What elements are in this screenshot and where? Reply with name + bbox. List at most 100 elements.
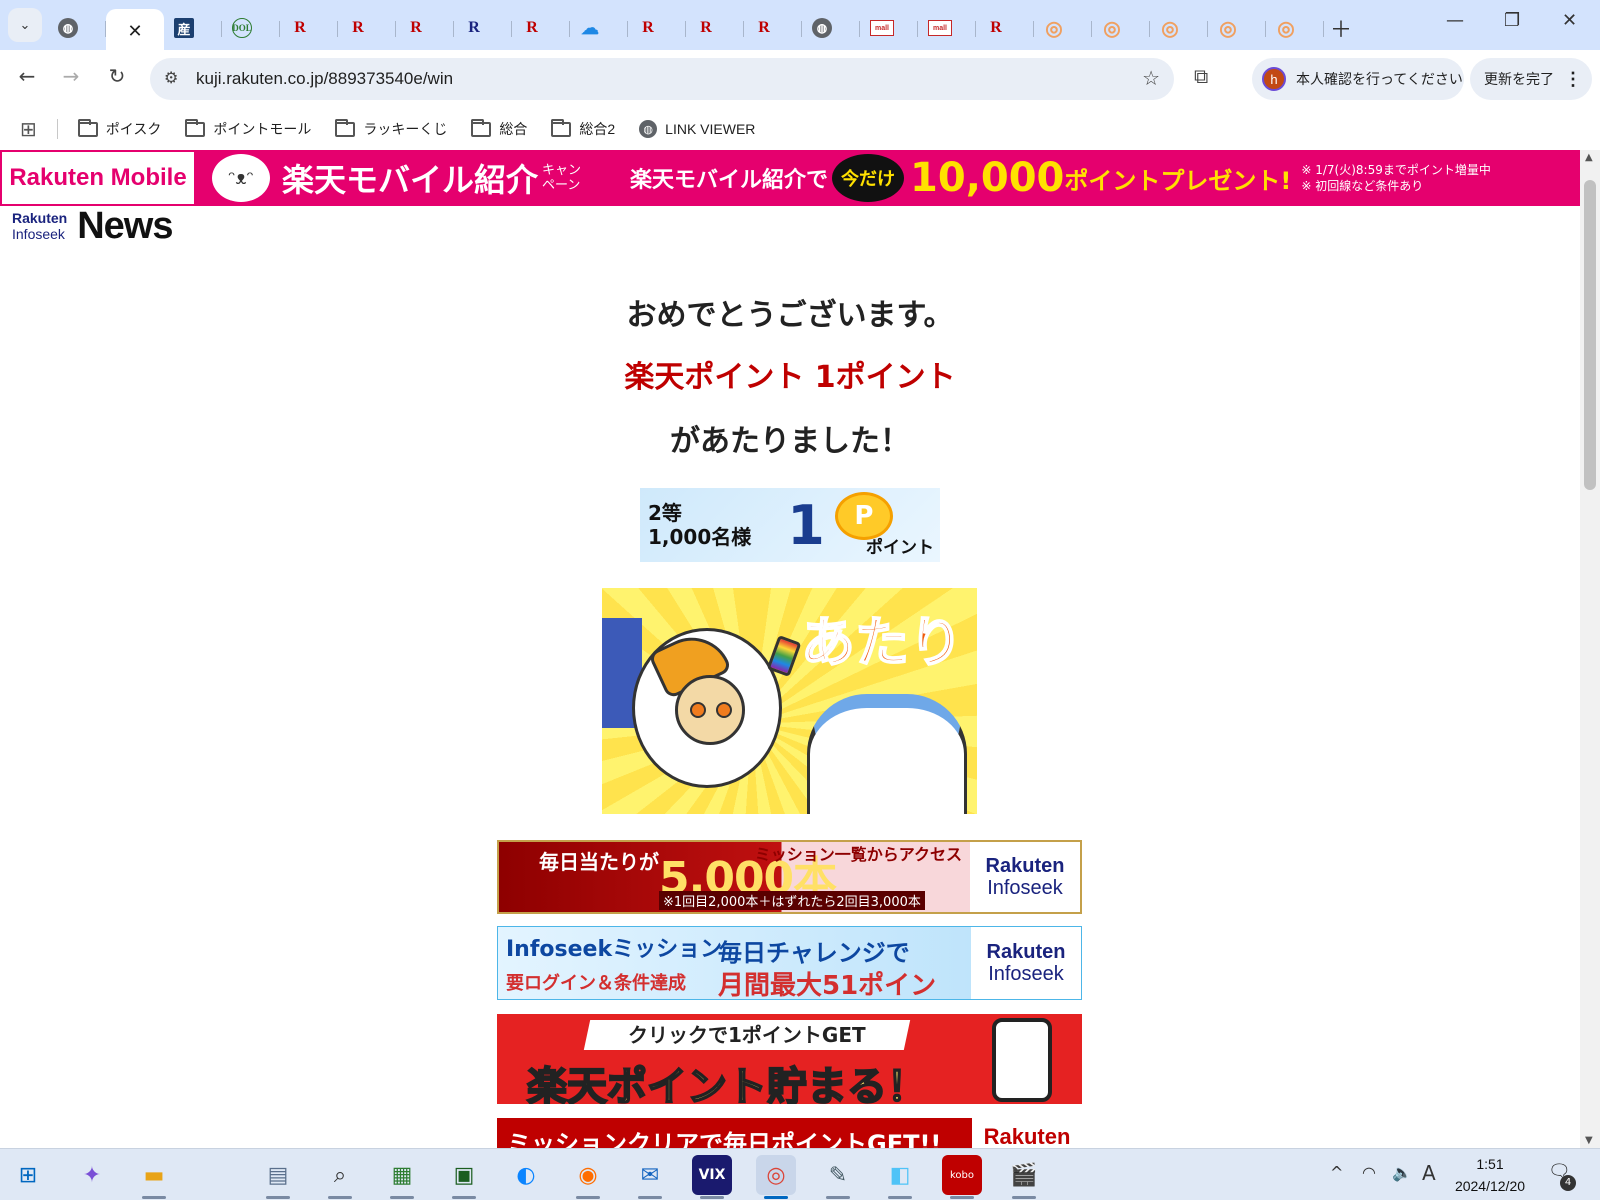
banner-text: 要ログイン＆条件達成 xyxy=(506,973,686,994)
tab[interactable]: R xyxy=(454,9,512,47)
bookmark-folder[interactable]: 総合2 xyxy=(551,118,616,139)
browser-toolbar: ← → ↻ ⚙ kuji.rakuten.co.jp/889373540e/wi… xyxy=(0,50,1600,108)
volume-icon[interactable]: 🔈 xyxy=(1392,1163,1412,1182)
banner-now-badge: 今だけ xyxy=(832,154,905,202)
tab[interactable]: ◍ xyxy=(48,9,106,47)
tab[interactable]: ◎ xyxy=(1150,9,1208,47)
network-icon[interactable]: ◠ xyxy=(1362,1163,1376,1182)
url-text[interactable]: kuji.rakuten.co.jp/889373540e/win xyxy=(196,69,453,89)
back-button[interactable]: ← xyxy=(12,64,42,88)
document-search-icon[interactable]: ⌕ xyxy=(320,1155,360,1199)
taskbar-clock[interactable]: 1:51 2024/12/20 xyxy=(1448,1153,1532,1197)
banner-campaign: キャンペーン xyxy=(542,163,582,193)
ime-indicator[interactable]: A xyxy=(1422,1161,1436,1185)
tab[interactable]: R xyxy=(744,9,802,47)
video-editor-icon[interactable]: 🎬 xyxy=(1004,1155,1044,1199)
profile-button[interactable]: h 本人確認を行ってください xyxy=(1252,58,1464,100)
prize-image: 2等 1,000名様 1 P ポイント xyxy=(640,488,940,562)
tab[interactable]: R xyxy=(628,9,686,47)
forward-button[interactable]: → xyxy=(56,64,86,88)
copilot-icon[interactable]: ✦ xyxy=(72,1155,112,1195)
apps-grid-icon[interactable]: ⊞ xyxy=(20,117,37,142)
extensions-icon[interactable]: ⧉ xyxy=(1194,64,1208,88)
reload-icon: ↻ xyxy=(108,64,126,88)
tab-active[interactable]: ✕ xyxy=(106,9,164,53)
spreadsheet-icon[interactable]: ▦ xyxy=(382,1155,422,1199)
tab[interactable]: DOL xyxy=(222,9,280,47)
site-info-icon[interactable]: ⚙ xyxy=(164,68,178,87)
infoseek-news-logo[interactable]: Rakuten Infoseek News xyxy=(12,205,174,247)
logo-rakuten: Rakuten xyxy=(986,941,1066,963)
ring-icon: ◎ xyxy=(1045,17,1063,40)
scroll-up-icon[interactable]: ▲ xyxy=(1585,152,1593,163)
clock-date: 2024/12/20 xyxy=(1454,1178,1526,1194)
rakuten-mall-icon: mall xyxy=(870,20,894,36)
tab[interactable]: ◍ xyxy=(802,9,860,47)
atari-image: あたり xyxy=(602,588,977,814)
bookmark-folder[interactable]: 総合 xyxy=(471,118,527,139)
tab[interactable]: R xyxy=(686,9,744,47)
file-explorer-icon[interactable]: ▬ xyxy=(134,1155,174,1199)
banner-notes: ※ 1/7(火)8:59までポイント増量中 ※ 初回線など条件あり xyxy=(1301,162,1491,194)
bookmark-folder[interactable]: ラッキーくじ xyxy=(335,118,448,139)
bookmark-label: ラッキーくじ xyxy=(363,121,448,137)
tab[interactable]: R xyxy=(512,9,570,47)
click-point-banner[interactable]: クリックで1ポイントGET 楽天ポイント貯まる！ xyxy=(497,1014,1082,1104)
tab[interactable]: ☁ xyxy=(570,9,628,47)
tab[interactable]: 産 xyxy=(164,9,222,47)
scroll-down-icon[interactable]: ▼ xyxy=(1585,1135,1593,1146)
tab[interactable]: ◎ xyxy=(1208,9,1266,47)
notes-app-icon[interactable]: ✎ xyxy=(818,1155,858,1199)
cloud-icon: ☁ xyxy=(581,17,599,38)
windows-start-icon[interactable]: ⊞ xyxy=(8,1155,48,1195)
update-button[interactable]: 更新を完了 ⋮ xyxy=(1470,58,1592,100)
ring-icon: ◎ xyxy=(1161,17,1179,40)
rakuten-mobile-banner[interactable]: Rakuten Mobile ᵔᴥᵔ 楽天モバイル紹介 キャンペーン 楽天モバイ… xyxy=(0,150,1580,206)
chart-app-icon[interactable]: ▣ xyxy=(444,1155,484,1199)
mission-clear-banner[interactable]: ミッションクリアで毎日ポイントGET!! Rakuten xyxy=(497,1118,1082,1148)
banner-note: ※ 1/7(火)8:59までポイント増量中 xyxy=(1301,163,1491,177)
edge-browser-icon[interactable]: ◐ xyxy=(506,1155,546,1195)
thunderbird-icon[interactable]: ✉ xyxy=(630,1155,670,1199)
minimize-button[interactable]: — xyxy=(1446,10,1464,31)
vix-icon[interactable]: VIX xyxy=(692,1155,732,1199)
reload-button[interactable]: ↻ xyxy=(102,64,132,88)
rakuten-icon: R xyxy=(642,19,654,36)
bookmark-folder[interactable]: ポイントモール xyxy=(185,118,311,139)
rakuten-kobo-icon[interactable]: kobo xyxy=(942,1155,982,1199)
tab[interactable]: ◎ xyxy=(1034,9,1092,47)
tab[interactable]: mall xyxy=(860,9,918,47)
chrome-icon[interactable]: ◎ xyxy=(756,1155,796,1199)
banner-note: ※ 初回線など条件あり xyxy=(1301,179,1424,193)
sheep-face xyxy=(675,675,745,745)
tab[interactable]: mall xyxy=(918,9,976,47)
rakuten-icon: R xyxy=(294,19,306,36)
tray-chevron-up-icon[interactable]: ^ xyxy=(1330,1163,1343,1182)
close-window-button[interactable]: ✕ xyxy=(1562,10,1577,31)
tab-search-button[interactable]: ⌄ xyxy=(8,8,42,42)
daily-lottery-banner[interactable]: 毎日当たりが 5,000本 ミッション一覧からアクセス ※1回目2,000本＋は… xyxy=(497,840,1082,914)
tab[interactable]: R xyxy=(338,9,396,47)
tab[interactable]: R xyxy=(976,9,1034,47)
firefox-icon[interactable]: ◉ xyxy=(568,1155,608,1199)
tab[interactable]: ◎ xyxy=(1266,9,1324,47)
bookmark-folder[interactable]: ポイスク xyxy=(77,118,161,139)
new-tab-button[interactable]: ＋ xyxy=(1330,12,1352,44)
logo-infoseek: Infoseek xyxy=(12,226,65,242)
system-monitor-icon[interactable]: ▤ xyxy=(258,1155,298,1199)
tab[interactable]: R xyxy=(396,9,454,47)
tab[interactable]: ◎ xyxy=(1092,9,1150,47)
bookmark-star-icon[interactable]: ☆ xyxy=(1142,66,1160,90)
bookmark-label: 総合2 xyxy=(579,121,616,137)
restore-button[interactable]: ❐ xyxy=(1504,10,1520,31)
paper-app-icon[interactable]: ◧ xyxy=(880,1155,920,1199)
scrollbar-thumb[interactable] xyxy=(1584,180,1596,490)
banner-text: ミッションクリアで毎日ポイントGET!! xyxy=(507,1130,942,1148)
page-scrollbar[interactable]: ▲ ▼ xyxy=(1580,150,1600,1148)
address-bar[interactable]: ⚙ kuji.rakuten.co.jp/889373540e/win ☆ xyxy=(150,58,1174,100)
bookmark-link[interactable]: ◍ LINK VIEWER xyxy=(639,120,755,138)
infoseek-mission-banner[interactable]: Infoseekミッション 要ログイン＆条件達成 毎日チャレンジで 月間最大51… xyxy=(497,926,1082,1000)
rakuten-icon: R xyxy=(352,19,364,36)
tab[interactable]: R xyxy=(280,9,338,47)
close-tab-icon[interactable]: ✕ xyxy=(127,21,142,42)
